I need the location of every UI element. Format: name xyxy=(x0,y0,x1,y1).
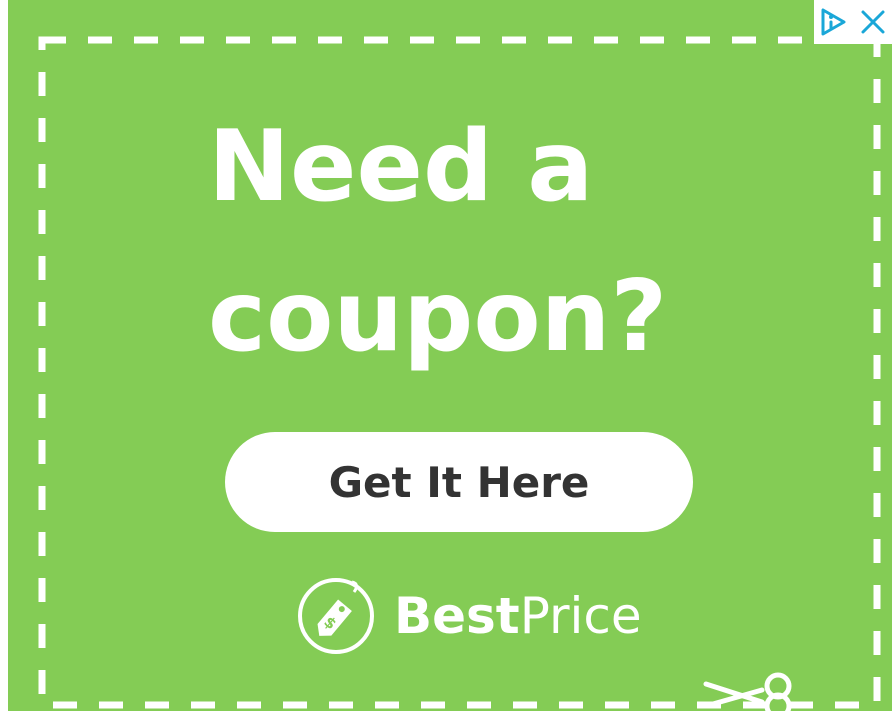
brand-name: BestPrice xyxy=(394,587,642,645)
brand-name-bold: Best xyxy=(394,587,520,645)
brand-logo[interactable]: $ BestPrice xyxy=(296,574,642,658)
headline-line-1: Need a xyxy=(208,110,594,224)
ad-controls xyxy=(814,0,892,44)
adchoices-button[interactable] xyxy=(814,0,852,44)
brand-name-light: Price xyxy=(519,587,642,645)
close-ad-button[interactable] xyxy=(852,0,892,44)
coupon-ad[interactable]: Need a coupon? Get It Here $ BestPrice xyxy=(8,0,892,711)
headline: Need a coupon? xyxy=(208,92,768,392)
price-tag-dollar-icon: $ xyxy=(298,578,374,654)
get-it-here-button[interactable]: Get It Here xyxy=(225,432,693,532)
headline-line-2: coupon? xyxy=(208,260,668,374)
adchoices-icon xyxy=(821,8,846,36)
scissors-icon xyxy=(703,672,792,711)
close-icon xyxy=(861,10,885,34)
